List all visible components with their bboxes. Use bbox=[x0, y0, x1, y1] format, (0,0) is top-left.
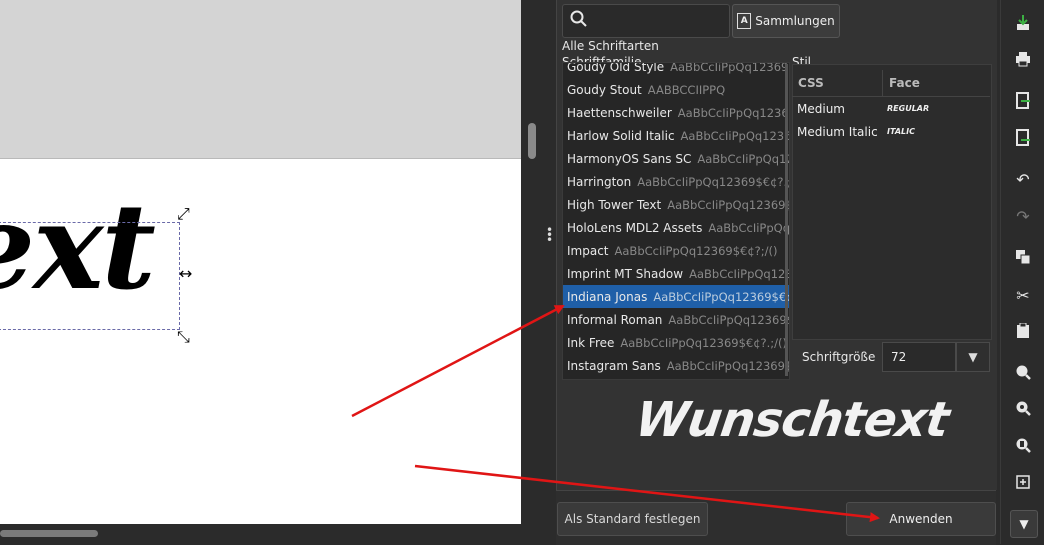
font-list-item[interactable]: Haettenschweiler AaBbCcIiPpQq12369$€¢?.;/… bbox=[563, 101, 789, 124]
style-face-cell: Regular bbox=[887, 104, 930, 113]
style-row[interactable]: Medium Italic Italic bbox=[792, 120, 990, 143]
css-column-header[interactable]: CSS bbox=[792, 70, 883, 96]
font-list-scrollbar[interactable] bbox=[785, 64, 788, 376]
font-name: Impact bbox=[567, 243, 609, 258]
font-sample: AaBbCcIiPpQq12369$€¢?.;/() bbox=[620, 335, 788, 350]
rotate-handle-top-right[interactable]: ⤢ bbox=[177, 206, 190, 222]
style-table-header: CSS Face bbox=[792, 70, 990, 97]
collections-button[interactable]: A Sammlungen bbox=[732, 4, 840, 38]
style-css-cell: Medium bbox=[797, 101, 845, 116]
font-sample: AaBbCcIiPpQq123 bbox=[708, 220, 789, 235]
print-icon[interactable] bbox=[1012, 48, 1034, 70]
set-default-button[interactable]: Als Standard festlegen bbox=[557, 502, 708, 536]
all-fonts-label[interactable]: Alle Schriftarten bbox=[562, 39, 659, 53]
font-sample: AaBbCcIiPpQq12369 bbox=[689, 266, 789, 281]
font-list-item[interactable]: Impact AaBbCcIiPpQq12369$€¢?;/() bbox=[563, 239, 789, 262]
style-face-cell: Italic bbox=[887, 127, 915, 136]
font-name: High Tower Text bbox=[567, 197, 662, 212]
import-icon[interactable] bbox=[1012, 12, 1034, 34]
font-sample: AaBbCcIiPpQq12369$€¢?.:/ bbox=[668, 312, 790, 327]
font-name: Indiana Jonas bbox=[567, 289, 648, 304]
font-sample: AaBbCcIiPpQq12369$€¢?.;/( bbox=[637, 174, 790, 189]
font-name: Harlow Solid Italic bbox=[567, 128, 675, 143]
font-name: Ink Free bbox=[567, 335, 615, 350]
font-name: HoloLens MDL2 Assets bbox=[567, 220, 703, 235]
font-list-item[interactable]: Indiana Jonas AaBbCcIiPpQq12369$€¢?.:/() bbox=[563, 285, 789, 308]
font-sample: AaBbCcIiPpQq12369$ bbox=[697, 151, 789, 166]
collections-label: Sammlungen bbox=[755, 14, 835, 28]
font-sample: AaBbCcIiPpQq12369$ bbox=[680, 128, 789, 143]
font-family-list[interactable]: Goudy Old StyleAaBbCcIiPpQq12369$€?Goudy… bbox=[562, 62, 790, 380]
panel-grip-icon[interactable]: • • • bbox=[546, 224, 553, 246]
font-list-item[interactable]: Goudy Stout AABBCCIIPPQ bbox=[563, 78, 789, 101]
font-sample: AaBbCcIiPpQq12369$€¢?.:/() bbox=[653, 289, 789, 304]
canvas-desk bbox=[0, 0, 521, 158]
duplicate-icon[interactable] bbox=[1012, 246, 1034, 268]
style-row[interactable]: Medium Regular bbox=[792, 97, 990, 120]
font-name: Imprint MT Shadow bbox=[567, 266, 684, 281]
vertical-scroll-thumb[interactable] bbox=[528, 123, 536, 159]
chevron-down-icon[interactable]: ▼ bbox=[956, 342, 990, 372]
style-rows: Medium Regular Medium Italic Italic bbox=[792, 97, 990, 143]
font-list-item[interactable]: High Tower Text AaBbCcIiPpQq12369$€¢?. bbox=[563, 193, 789, 216]
scale-handle-right[interactable]: ↔ bbox=[179, 266, 192, 282]
cut-icon[interactable]: ✂ bbox=[1012, 284, 1034, 306]
export-as-icon[interactable] bbox=[1012, 127, 1034, 149]
zoom-drawing-icon[interactable] bbox=[1012, 397, 1034, 419]
undo-icon[interactable]: ↶ bbox=[1012, 168, 1034, 190]
redo-icon[interactable]: ↷ bbox=[1012, 205, 1034, 227]
font-size-input[interactable]: 72 bbox=[882, 342, 956, 372]
font-sample: AaBbCcIiPpQq12369$€ bbox=[666, 358, 790, 373]
zoom-selection-icon[interactable] bbox=[1012, 361, 1034, 383]
font-sample: AABBCCIIPPQ bbox=[647, 82, 726, 97]
font-sample: AaBbCcIiPpQq12369$€¢?;/() bbox=[614, 243, 778, 258]
font-list-item[interactable]: Harlow Solid Italic AaBbCcIiPpQq12369$ bbox=[563, 124, 789, 147]
font-list-item[interactable]: Informal Roman AaBbCcIiPpQq12369$€¢?.:/ bbox=[563, 308, 789, 331]
selection-bounding-box bbox=[0, 222, 180, 330]
search-icon bbox=[570, 10, 587, 27]
font-sample: AaBbCcIiPpQq12369$€¢?.;/() bbox=[677, 105, 789, 120]
font-list-item[interactable]: Goudy Old Style AaBbCcIiPpQq12369$€? bbox=[563, 62, 789, 78]
font-list-item[interactable]: HarmonyOS Sans SC AaBbCcIiPpQq12369$ bbox=[563, 147, 789, 170]
face-column-header[interactable]: Face bbox=[883, 70, 989, 96]
font-sample: AaBbCcIiPpQq12369$€? bbox=[670, 62, 789, 74]
horizontal-scroll-thumb[interactable] bbox=[0, 530, 98, 537]
more-icon[interactable]: ▼ bbox=[1010, 510, 1038, 538]
apply-button[interactable]: Anwenden bbox=[846, 502, 996, 536]
export-icon[interactable] bbox=[1012, 90, 1034, 112]
fit-icon[interactable] bbox=[1012, 471, 1034, 493]
font-list-item[interactable]: Harrington AaBbCcIiPpQq12369$€¢?.;/( bbox=[563, 170, 789, 193]
font-name: Goudy Stout bbox=[567, 82, 642, 97]
font-name: Haettenschweiler bbox=[567, 105, 672, 120]
collections-icon: A bbox=[737, 13, 752, 29]
paste-icon[interactable] bbox=[1012, 320, 1034, 342]
font-name: Goudy Old Style bbox=[567, 62, 665, 74]
font-size-label: Schriftgröße bbox=[802, 350, 876, 364]
vertical-scrollbar[interactable] bbox=[521, 0, 538, 544]
zoom-page-icon[interactable] bbox=[1012, 434, 1034, 456]
commands-toolbar bbox=[1000, 0, 1044, 544]
font-name: HarmonyOS Sans SC bbox=[567, 151, 692, 166]
font-list-item[interactable]: HoloLens MDL2 Assets AaBbCcIiPpQq123 bbox=[563, 216, 789, 239]
font-sample: AaBbCcIiPpQq12369$€¢?. bbox=[667, 197, 789, 212]
font-list-item[interactable]: Instagram Sans AaBbCcIiPpQq12369$€ bbox=[563, 354, 789, 377]
font-list-item[interactable]: Ink Free AaBbCcIiPpQq12369$€¢?.;/() bbox=[563, 331, 789, 354]
font-name: Harrington bbox=[567, 174, 632, 189]
rotate-handle-bottom-right[interactable]: ⤡ bbox=[177, 329, 190, 345]
font-preview: Wunschtext bbox=[632, 392, 952, 448]
font-name: Informal Roman bbox=[567, 312, 663, 327]
style-css-cell: Medium Italic bbox=[797, 124, 878, 139]
font-list-item[interactable]: Imprint MT Shadow AaBbCcIiPpQq12369 bbox=[563, 262, 789, 285]
font-name: Instagram Sans bbox=[567, 358, 661, 373]
